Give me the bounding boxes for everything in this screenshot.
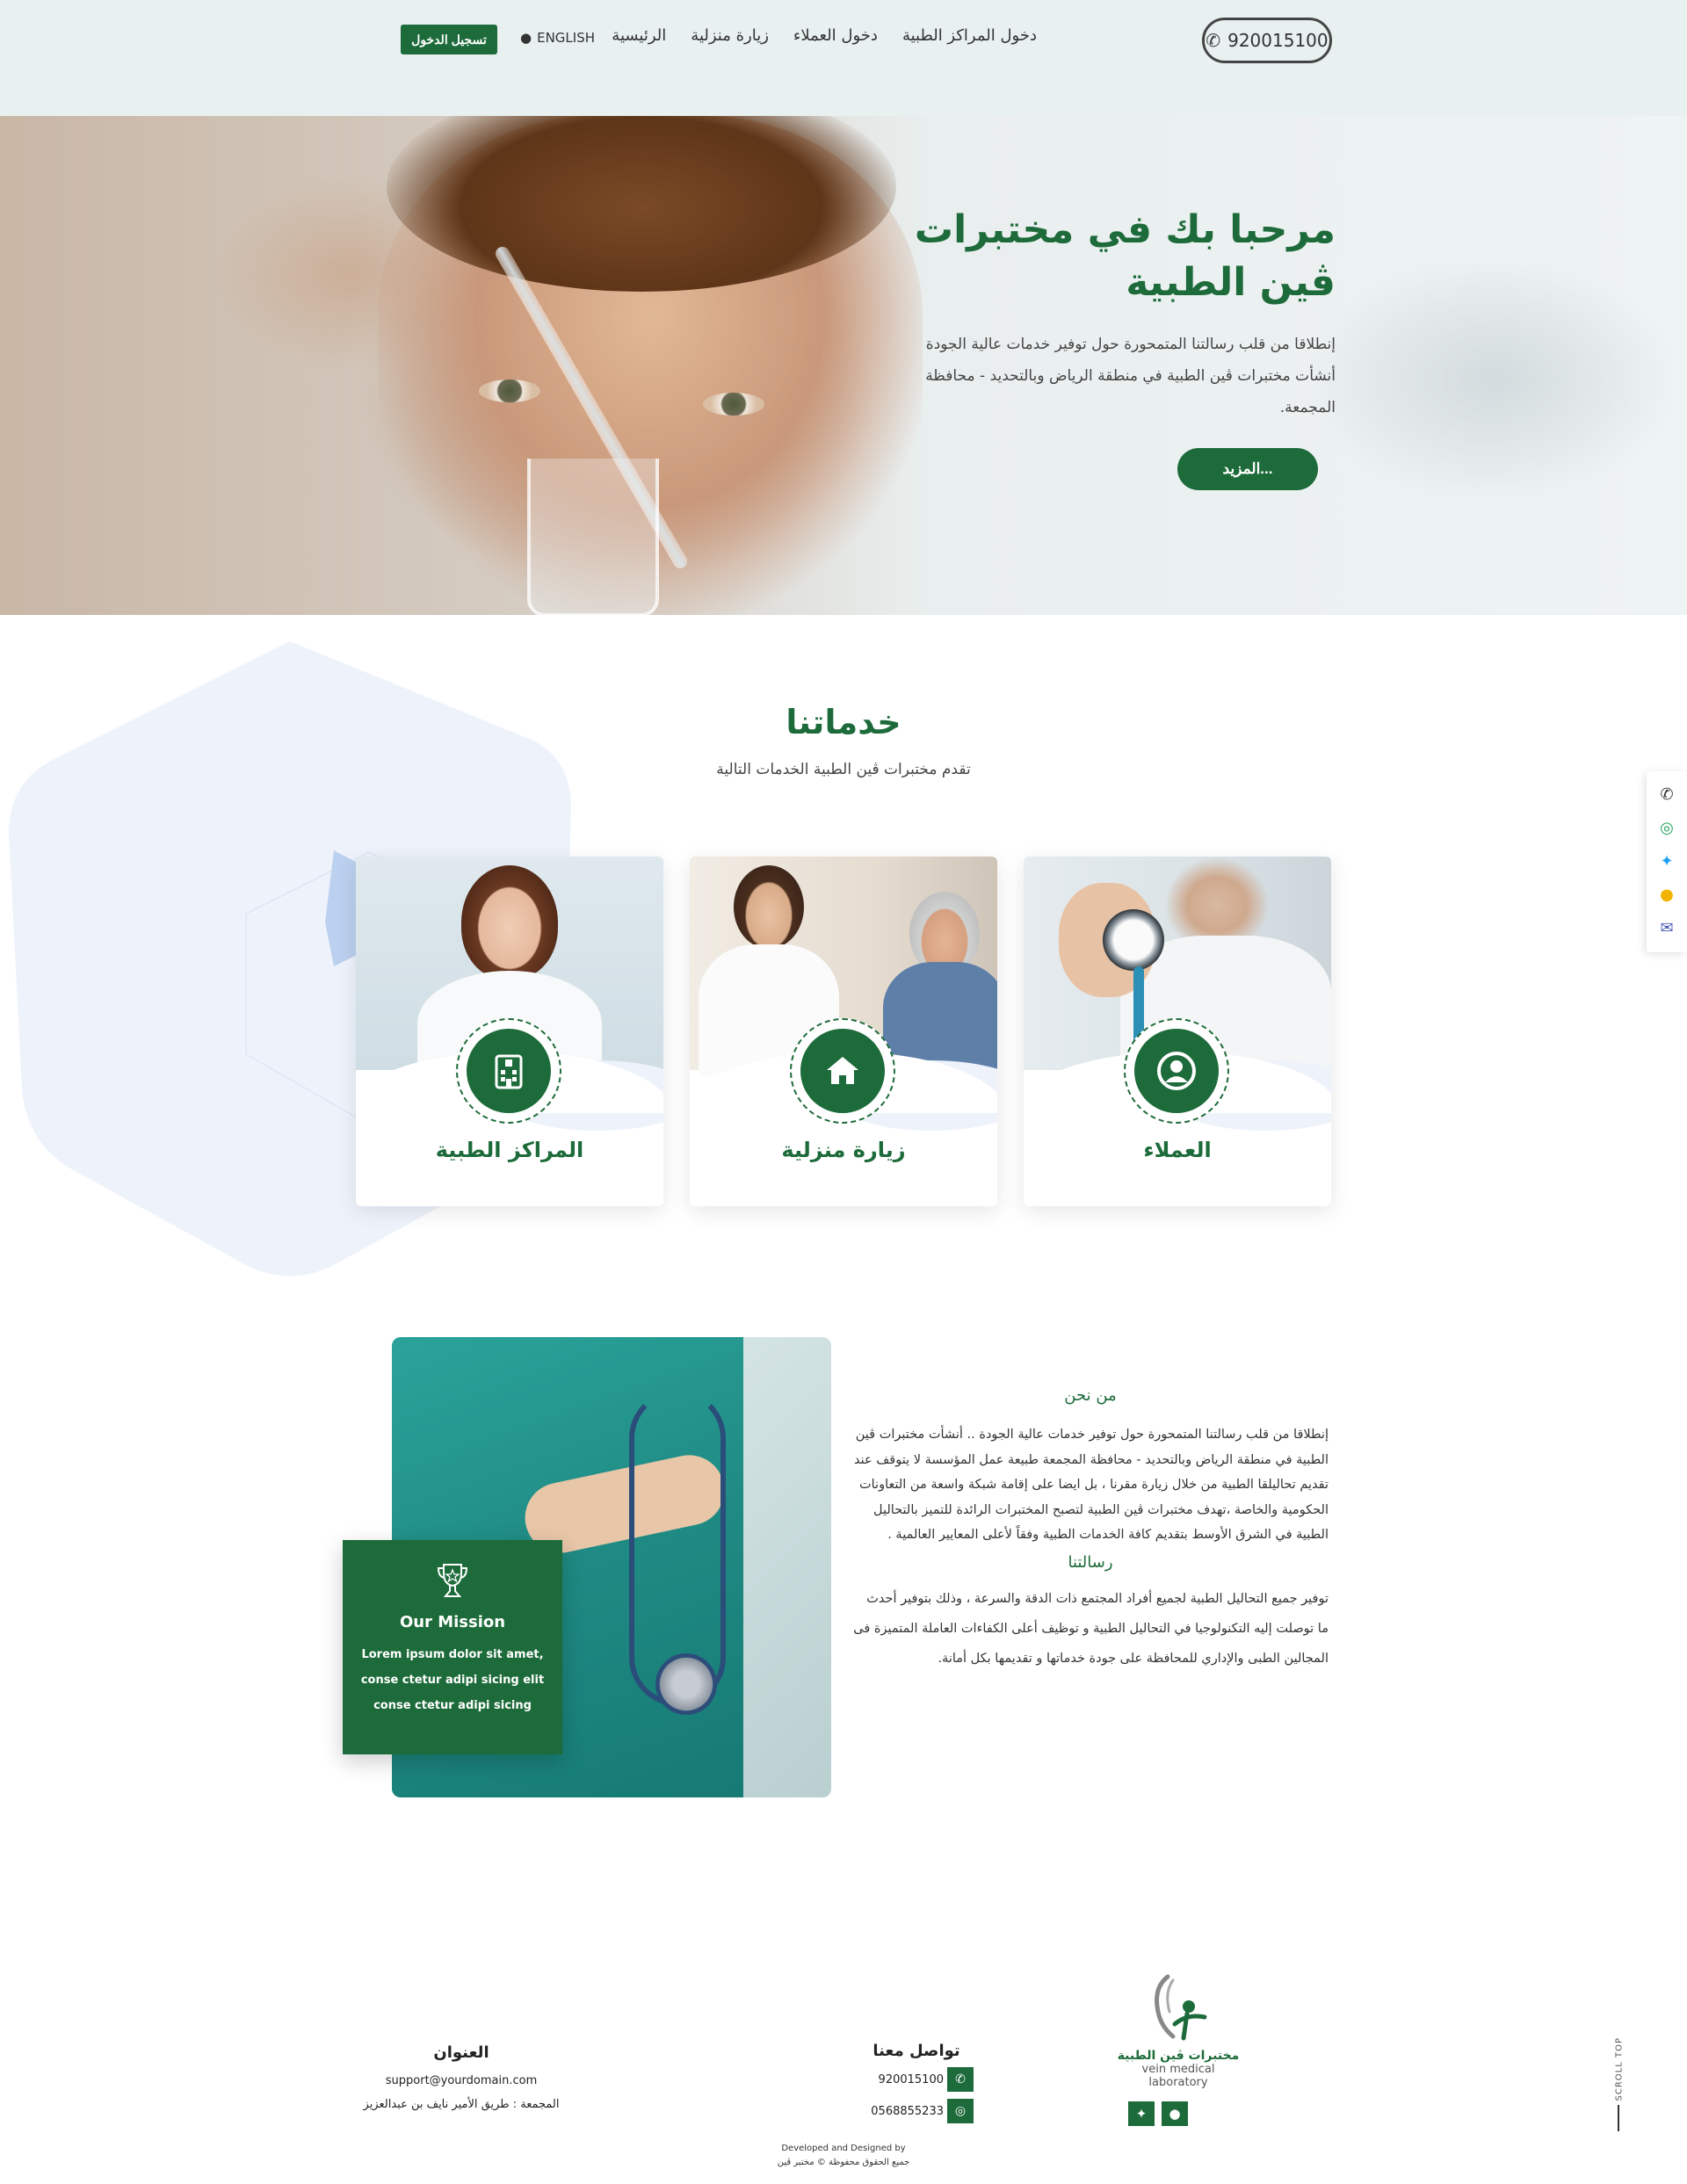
language-switch[interactable]: ● ENGLISH [520, 30, 595, 46]
twitter-icon[interactable]: ✦ [1128, 2101, 1155, 2126]
contact-phone[interactable]: 920015100 ✆ [859, 2067, 974, 2092]
contact-whatsapp[interactable]: 0568855233 ◎ [859, 2099, 974, 2123]
footer-logo[interactable]: مختبرات ڤين الطبية vein medical laborato… [1112, 1971, 1244, 2094]
hero-desc-line: أنشأت مختبرات ڤين الطبية في منطقة الرياض… [925, 367, 1336, 385]
user-icon [1134, 1029, 1219, 1113]
contact-whatsapp-number: 0568855233 [871, 2104, 944, 2118]
logo-mark [1143, 1971, 1213, 2047]
whatsapp-icon[interactable]: ◎ [1660, 820, 1674, 837]
services-subtitle: تقدم مختبرات ڤين الطبية الخدمات التالية [716, 761, 971, 778]
snapchat-icon[interactable]: ● [1660, 886, 1674, 904]
header: ✆ 920015100 الرئيسية زيارة منزلية دخول ا… [0, 0, 1687, 116]
scroll-top-label: SCROLL TOP [1614, 2037, 1625, 2101]
mission-line: conse ctetur adipi sicing elit [360, 1674, 545, 1687]
about-section: من نحن إنطلاقا من قلب رسالتنا المتمحورة … [852, 1386, 1329, 1674]
language-label: ENGLISH [537, 30, 595, 46]
credit-developer: Developed and Designed by [781, 2144, 906, 2153]
message-paragraph: توفير جميع التحاليل الطبية لجميع أفراد ا… [853, 1591, 1329, 1666]
address-text: المجمعة : طريق الأمير نايف بن عبدالعزيز [363, 2098, 560, 2111]
hero-desc-line: المجمعة. [1279, 399, 1336, 416]
stethoscope-head [1103, 909, 1164, 971]
globe-icon: ● [520, 30, 532, 46]
card-title: المراكز الطبية [435, 1138, 584, 1162]
scroll-top-line [1618, 2105, 1619, 2131]
address-title: العنوان [433, 2043, 489, 2062]
logo-subtitle: vein medical laboratory [1141, 2063, 1215, 2089]
service-card-home-visit[interactable]: زيارة منزلية [690, 857, 997, 1206]
twitter-icon[interactable]: ✦ [1660, 853, 1673, 871]
hero-banner: مرحبا بك في مختبرات ڤين الطبية إنطلاقا م… [0, 116, 1687, 615]
phone-icon: ✆ [1206, 30, 1221, 51]
footer-address: العنوان support@yourdomain.com المجمعة :… [351, 2043, 571, 2111]
hero-photo-eye [703, 393, 764, 416]
social-sidebar: ✆ ◎ ✦ ● ✉ [1647, 771, 1687, 952]
whatsapp-icon: ◎ [947, 2099, 974, 2123]
logo-name: مختبرات ڤين الطبية [1117, 2049, 1240, 2063]
email-icon[interactable]: ✉ [1660, 920, 1673, 937]
phone-number: 920015100 [1227, 30, 1329, 51]
hero-photo-eye [479, 380, 540, 402]
hero-title: مرحبا بك في مختبرات ڤين الطبية [914, 207, 1336, 305]
footer-social: ✦ ● [1128, 2101, 1188, 2126]
snapchat-icon[interactable]: ● [1162, 2101, 1188, 2126]
footer-credits: Developed and Designed by جميع الحقوق مح… [756, 2142, 931, 2170]
beaker-image [527, 459, 659, 615]
hero-text: مرحبا بك في مختبرات ڤين الطبية إنطلاقا م… [879, 204, 1336, 423]
contact-phone-number: 920015100 [878, 2072, 944, 2086]
mission-line: Lorem ipsum dolor sit amet, [361, 1648, 544, 1661]
mission-line: conse ctetur adipi sicing [373, 1699, 532, 1712]
service-card-clients[interactable]: العملاء [1024, 857, 1331, 1206]
nav-home-visit[interactable]: زيارة منزلية [691, 26, 769, 45]
nav-centers-login[interactable]: دخول المراكز الطبية [902, 26, 1037, 45]
hero-description: إنطلاقا من قلب رسالتنا المتمحورة حول توف… [879, 329, 1336, 423]
service-card-medical-centers[interactable]: المراكز الطبية [356, 857, 663, 1206]
scroll-top-button[interactable]: SCROLL TOP [1611, 2035, 1626, 2131]
hospital-icon [467, 1029, 551, 1113]
phone-icon: ✆ [947, 2067, 974, 2092]
about-heading: من نحن [1064, 1386, 1117, 1405]
home-icon [800, 1029, 885, 1113]
phone-button[interactable]: ✆ 920015100 [1202, 18, 1332, 63]
nav-clients-login[interactable]: دخول العملاء [793, 26, 878, 45]
contact-title: تواصل معنا [872, 2042, 960, 2060]
card-title: العملاء [1143, 1138, 1212, 1162]
mission-box: Our Mission Lorem ipsum dolor sit amet, … [343, 1540, 562, 1754]
card-title: زيارة منزلية [781, 1138, 906, 1162]
footer-contact: تواصل معنا 920015100 ✆ 0568855233 ◎ [859, 2042, 974, 2123]
mission-title: Our Mission [399, 1613, 506, 1631]
photo-face [734, 865, 804, 949]
nav-home[interactable]: الرئيسية [612, 26, 666, 45]
mission-text: Lorem ipsum dolor sit amet, conse ctetur… [343, 1642, 562, 1718]
about-paragraph: إنطلاقا من قلب رسالتنا المتمحورة حول توف… [854, 1428, 1329, 1542]
hero-desc-line: إنطلاقا من قلب رسالتنا المتمحورة حول توف… [925, 336, 1336, 353]
photo-face [461, 865, 558, 980]
more-button[interactable]: المزيد... [1177, 448, 1318, 490]
phone-icon[interactable]: ✆ [1660, 786, 1673, 804]
trophy-icon [343, 1561, 562, 1608]
services-title: خدماتنا [786, 703, 901, 741]
stethoscope-head [655, 1653, 717, 1715]
message-heading: رسالتنا [1068, 1552, 1113, 1572]
main-nav: الرئيسية زيارة منزلية دخول العملاء دخول … [612, 26, 1037, 45]
login-button[interactable]: تسجيل الدخول [401, 25, 497, 54]
address-email[interactable]: support@yourdomain.com [351, 2074, 571, 2087]
credit-copyright: جميع الحقوق محفوظة © مختبر ڤين [777, 2158, 910, 2167]
